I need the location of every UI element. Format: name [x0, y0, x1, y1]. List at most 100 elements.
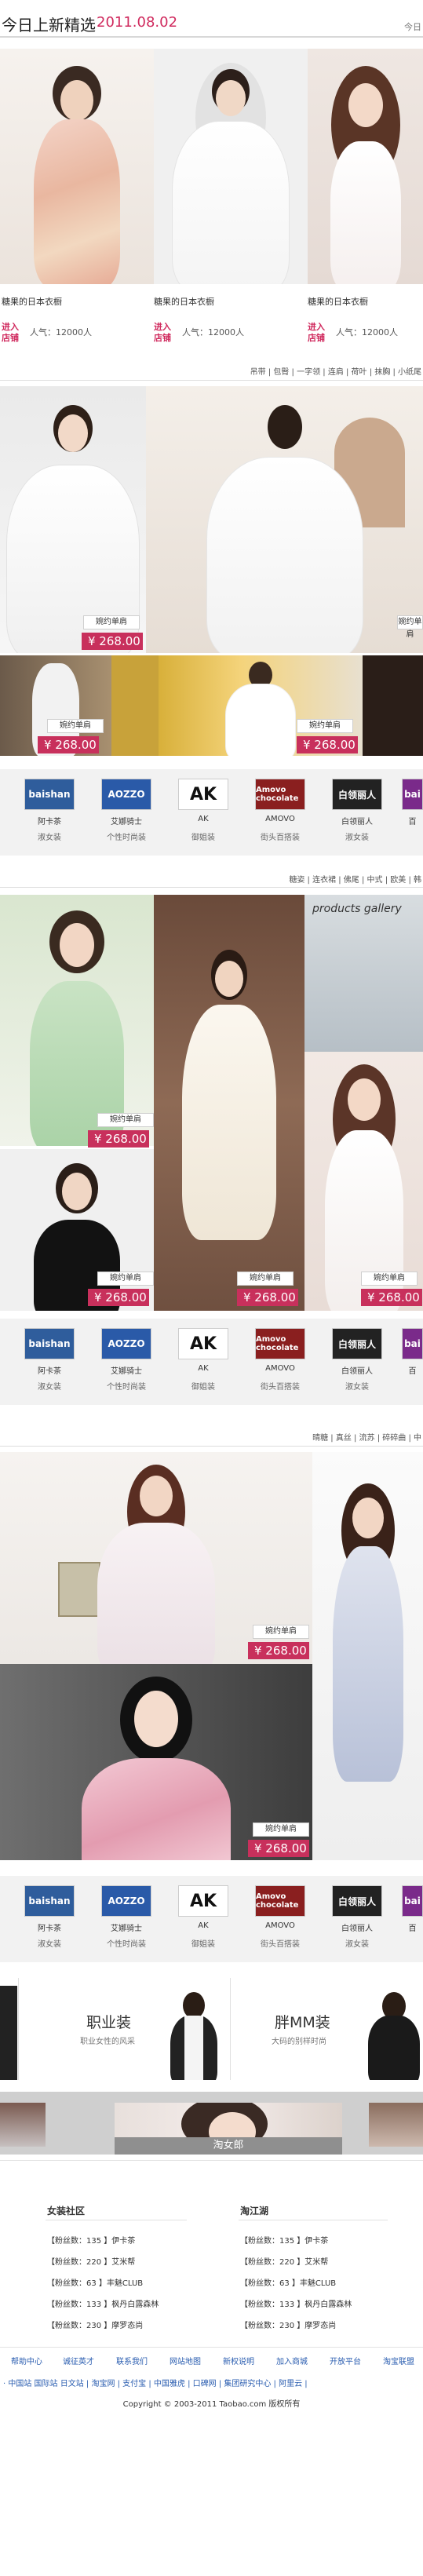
shop-label[interactable]: 婉约单肩	[97, 1272, 154, 1286]
product-photo[interactable]	[369, 2103, 423, 2147]
tag-nav[interactable]: 吊带 | 包臀 | 一字领 | 连肩 | 荷叶 | 抹胸 | 小纸尾	[250, 365, 421, 377]
brand-logo: AOZZO	[101, 1328, 151, 1359]
product-photo[interactable]	[154, 895, 304, 1311]
enter-shop-link[interactable]: 进入店铺	[2, 322, 27, 345]
enter-shop-link[interactable]: 进入店铺	[308, 322, 333, 345]
product-photo[interactable]	[111, 655, 159, 756]
community-item[interactable]: 【粉丝数：63 】丰魅CLUB	[47, 2276, 143, 2288]
brand-card[interactable]: baishan 阿卡茶 淑女装	[22, 1328, 77, 1399]
product-name[interactable]: 糖果的日本衣橱	[2, 295, 62, 308]
product-name[interactable]: 糖果的日本衣橱	[308, 295, 368, 308]
category-banner-plus-size[interactable]: 胖MM装 大码的别样时尚	[231, 1978, 423, 2080]
footer-link[interactable]: 加入商城	[276, 2355, 308, 2366]
brand-name: 百	[408, 1367, 417, 1376]
brand-card[interactable]: baishan 阿卡茶 淑女装	[22, 1885, 77, 1956]
category-banner[interactable]	[0, 1978, 19, 2080]
community-item[interactable]: 【粉丝数：230 】摩罗态尚	[47, 2319, 143, 2330]
brand-name: 艾娜骑士	[111, 1367, 142, 1376]
product-photo[interactable]	[0, 895, 154, 1146]
brand-card[interactable]: baishan 阿卡茶 淑女装	[22, 779, 77, 849]
brand-name: AMOVO	[265, 815, 295, 823]
community-title[interactable]: 女装社区	[47, 2204, 85, 2217]
footer-link[interactable]: 联系我们	[116, 2355, 148, 2366]
brand-name: 白领丽人	[341, 1367, 373, 1376]
brand-logo: bai	[402, 779, 423, 810]
product-photo[interactable]	[0, 49, 154, 284]
brand-name: AMOVO	[265, 1921, 295, 1930]
community-item[interactable]: 【粉丝数：133 】枫丹白露森林	[240, 2297, 352, 2309]
brand-card[interactable]: 白领丽人 白领丽人 淑女装	[330, 779, 385, 849]
product-photo[interactable]: products gallery	[304, 895, 423, 1052]
footer-link[interactable]: 新权说明	[223, 2355, 254, 2366]
shop-label[interactable]: 婉约单肩	[361, 1272, 418, 1286]
brand-card[interactable]: AK AK 御姐装	[176, 1885, 231, 1956]
brand-card[interactable]: AOZZO 艾娜骑士 个性时尚装	[99, 779, 154, 849]
shop-label[interactable]: 婉约单肩	[253, 1823, 309, 1837]
shop-label[interactable]: 婉约单肩	[297, 719, 353, 733]
brand-logo: Amovo chocolate	[255, 779, 305, 810]
page: 今日上新精选 2011.08.02 今日 糖果的日本衣橱 糖果的日本衣橱 糖果的…	[0, 0, 423, 2576]
enter-shop-link[interactable]: 进入店铺	[154, 322, 179, 345]
brand-name: 阿卡茶	[38, 1925, 61, 1933]
footer-link[interactable]: 帮助中心	[11, 2355, 42, 2366]
product-name[interactable]: 糖果的日本衣橱	[154, 295, 214, 308]
community-item[interactable]: 【粉丝数：133 】枫丹白露森林	[47, 2297, 159, 2309]
brand-card[interactable]: Amovo chocolate AMOVO 街头百搭装	[253, 1328, 308, 1399]
category-title: 胖MM装	[275, 2014, 330, 2031]
shop-label[interactable]: 婉约单肩	[83, 615, 140, 629]
tag-nav[interactable]: 晴糖 | 真丝 | 流苏 | 碎碎曲 | 中	[312, 1431, 421, 1443]
shop-label[interactable]: 婉约单肩	[253, 1625, 309, 1639]
header-more-link[interactable]: 今日	[404, 20, 421, 33]
brand-logo: 白领丽人	[332, 1885, 382, 1917]
shop-label[interactable]: 婉约单肩	[97, 1113, 154, 1127]
community-item[interactable]: 【粉丝数：230 】摩罗态尚	[240, 2319, 336, 2330]
brand-card[interactable]: AK AK 御姐装	[176, 1328, 231, 1399]
brand-card[interactable]: AOZZO 艾娜骑士 个性时尚装	[99, 1328, 154, 1399]
product-photo[interactable]	[0, 386, 146, 653]
footer-link[interactable]: 淘宝联盟	[383, 2355, 414, 2366]
product-photo[interactable]	[363, 655, 423, 756]
community-item[interactable]: 【粉丝数：220 】艾米帮	[240, 2255, 328, 2267]
product-photo[interactable]	[308, 49, 423, 284]
page-header: 今日上新精选 2011.08.02 今日	[0, 0, 423, 38]
brand-card[interactable]: bai 百	[402, 779, 423, 849]
shop-label[interactable]: 婉约单肩	[397, 615, 423, 639]
community-item[interactable]: 【粉丝数：63 】丰魅CLUB	[240, 2276, 336, 2288]
divider	[0, 1446, 423, 1447]
product-photo[interactable]	[312, 1452, 423, 1860]
model-banner-label[interactable]: 淘女郎	[115, 2137, 342, 2155]
product-photo[interactable]	[0, 2103, 46, 2147]
brand-name: 阿卡茶	[38, 1367, 61, 1376]
brand-card[interactable]: AK AK 御姐装	[176, 779, 231, 849]
model-banner: 淘女郎	[0, 2092, 423, 2155]
brand-card[interactable]: Amovo chocolate AMOVO 街头百搭装	[253, 779, 308, 849]
community-item[interactable]: 【粉丝数：220 】艾米帮	[47, 2255, 135, 2267]
product-photo[interactable]	[0, 1149, 154, 1311]
community-title[interactable]: 淘江湖	[240, 2204, 268, 2217]
community-item[interactable]: 【粉丝数：135 】伊卡茶	[240, 2234, 328, 2246]
brand-name: AK	[198, 815, 209, 823]
category-banner-professional[interactable]: 职业装 职业女性的风采	[19, 1978, 231, 2080]
brand-card[interactable]: 白领丽人 白领丽人 淑女装	[330, 1885, 385, 1956]
brand-card[interactable]: 白领丽人 白领丽人 淑女装	[330, 1328, 385, 1399]
shop-label[interactable]: 婉约单肩	[47, 719, 104, 733]
brand-card[interactable]: bai 百	[402, 1885, 423, 1956]
footer-link[interactable]: 开放平台	[330, 2355, 361, 2366]
brand-name: 艾娜骑士	[111, 1925, 142, 1933]
community-item[interactable]: 【粉丝数：135 】伊卡茶	[47, 2234, 135, 2246]
brand-card[interactable]: AOZZO 艾娜骑士 个性时尚装	[99, 1885, 154, 1956]
footer-link[interactable]: 网站地图	[170, 2355, 201, 2366]
product-photo[interactable]	[154, 49, 308, 284]
brand-name: 白领丽人	[341, 818, 373, 826]
shop-label[interactable]: 婉约单肩	[237, 1272, 294, 1286]
product-photo[interactable]	[146, 386, 423, 653]
brand-name: 百	[408, 1925, 417, 1933]
brand-logo: baishan	[24, 1328, 75, 1359]
tag-nav[interactable]: 糖姿 | 连衣裙 | 佛尾 | 中式 | 欧美 | 韩	[289, 873, 421, 885]
brand-card[interactable]: bai 百	[402, 1328, 423, 1399]
footer-link[interactable]: 诚征英才	[63, 2355, 94, 2366]
divider	[0, 2347, 423, 2348]
footer-sites[interactable]: · 中国站 国际站 日文站 | 淘宝网 | 支付宝 | 中国雅虎 | 口碑网 |…	[3, 2377, 423, 2388]
brand-desc: 街头百搭装	[261, 834, 300, 842]
brand-card[interactable]: Amovo chocolate AMOVO 街头百搭装	[253, 1885, 308, 1956]
